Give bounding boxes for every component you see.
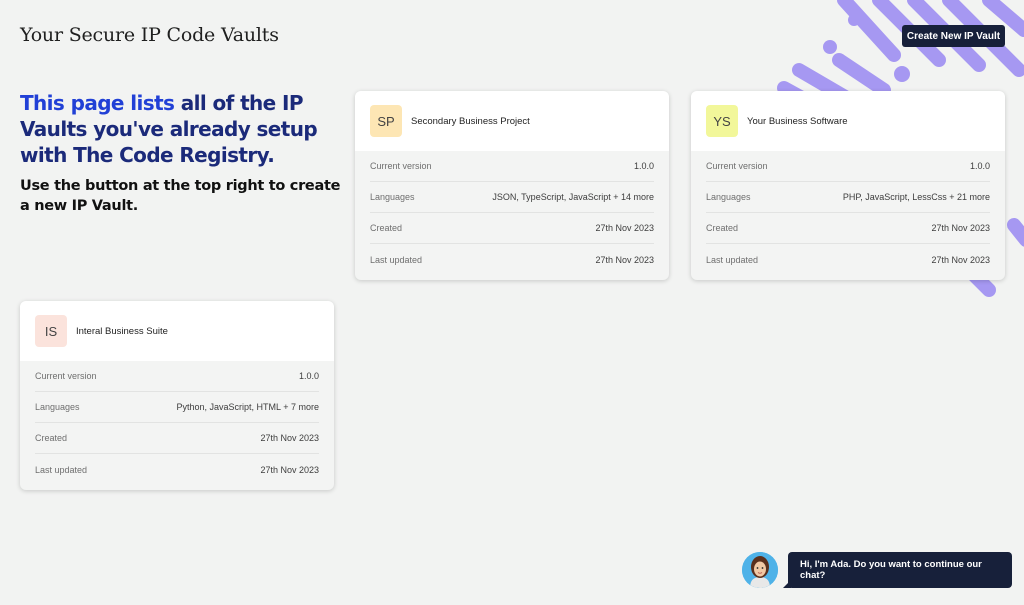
detail-value: 27th Nov 2023: [595, 223, 654, 233]
intro-subtext: Use the button at the top right to creat…: [20, 178, 341, 214]
vault-details: Current version 1.0.0 Languages JSON, Type…: [355, 151, 669, 275]
detail-label: Languages: [706, 192, 751, 202]
create-new-ip-vault-button[interactable]: Create New IP Vault: [902, 25, 1005, 47]
detail-value: JSON, TypeScript, JavaScript + 14 more: [492, 192, 654, 202]
intro-section: This page lists all of the IP Vaults you…: [20, 90, 350, 216]
detail-row-current-version: Current version 1.0.0: [370, 151, 654, 182]
detail-label: Created: [370, 223, 403, 233]
vault-card[interactable]: SP Secondary Business Project Current ve…: [355, 91, 669, 280]
vault-card[interactable]: YS Your Business Software Current versio…: [691, 91, 1005, 280]
detail-label: Last updated: [370, 254, 423, 265]
vault-name: Interal Business Suite: [76, 325, 168, 337]
vault-avatar: SP: [370, 105, 402, 137]
detail-label: Languages: [370, 192, 415, 202]
detail-value: 1.0.0: [633, 161, 654, 171]
detail-row-current-version: Current version 1.0.0: [706, 151, 990, 182]
vault-avatar: YS: [706, 105, 738, 137]
vault-card-header[interactable]: YS Your Business Software: [691, 91, 1005, 151]
detail-row-created: Created 27th Nov 2023: [370, 213, 654, 244]
detail-value: 1.0.0: [969, 161, 990, 171]
vault-card[interactable]: IS Interal Business Suite Current versio…: [20, 301, 334, 490]
vault-name: Your Business Software: [747, 115, 848, 127]
detail-label: Last updated: [35, 464, 88, 475]
detail-row-last-updated: Last updated 27th Nov 2023: [370, 244, 654, 275]
vault-card-header[interactable]: IS Interal Business Suite: [20, 301, 334, 361]
detail-value: 1.0.0: [298, 371, 319, 381]
vault-details: Current version 1.0.0 Languages PHP, JavaS…: [691, 151, 1005, 275]
detail-value: 27th Nov 2023: [595, 254, 654, 265]
detail-row-languages: Languages Python, JavaScript, HTML + 7 mo…: [35, 392, 319, 423]
intro-headline: This page lists all of the IP Vaults you…: [20, 90, 350, 168]
detail-label: Current version: [370, 161, 432, 171]
vault-avatar: IS: [35, 315, 67, 347]
detail-label: Last updated: [706, 254, 759, 265]
detail-value: Python, JavaScript, HTML + 7 more: [176, 402, 319, 412]
detail-row-last-updated: Last updated 27th Nov 2023: [35, 454, 319, 485]
detail-row-last-updated: Last updated 27th Nov 2023: [706, 244, 990, 275]
detail-label: Languages: [35, 402, 80, 412]
detail-label: Created: [706, 223, 739, 233]
detail-label: Current version: [706, 161, 768, 171]
detail-row-created: Created 27th Nov 2023: [35, 423, 319, 454]
detail-value: PHP, JavaScript, LessCss + 21 more: [842, 192, 990, 202]
detail-value: 27th Nov 2023: [931, 223, 990, 233]
detail-value: 27th Nov 2023: [931, 254, 990, 265]
detail-label: Current version: [35, 371, 97, 381]
detail-row-languages: Languages JSON, TypeScript, JavaScript + …: [370, 182, 654, 213]
chat-message-bubble[interactable]: Hi, I'm Ada. Do you want to continue our…: [783, 552, 1012, 588]
detail-row-languages: Languages PHP, JavaScript, LessCss + 21 m…: [706, 182, 990, 213]
chat-widget[interactable]: Hi, I'm Ada. Do you want to continue our…: [742, 551, 1012, 589]
page-title: Your Secure IP Code Vaults: [20, 24, 279, 46]
intro-headline-highlight: This page lists: [20, 91, 175, 115]
detail-row-created: Created 27th Nov 2023: [706, 213, 990, 244]
vault-name: Secondary Business Project: [411, 115, 530, 127]
vault-card-header[interactable]: SP Secondary Business Project: [355, 91, 669, 151]
detail-label: Created: [35, 433, 68, 443]
chat-agent-avatar[interactable]: [742, 552, 778, 588]
detail-value: 27th Nov 2023: [260, 433, 319, 443]
detail-value: 27th Nov 2023: [260, 464, 319, 475]
detail-row-current-version: Current version 1.0.0: [35, 361, 319, 392]
vault-details: Current version 1.0.0 Languages Python, Ja…: [20, 361, 334, 485]
